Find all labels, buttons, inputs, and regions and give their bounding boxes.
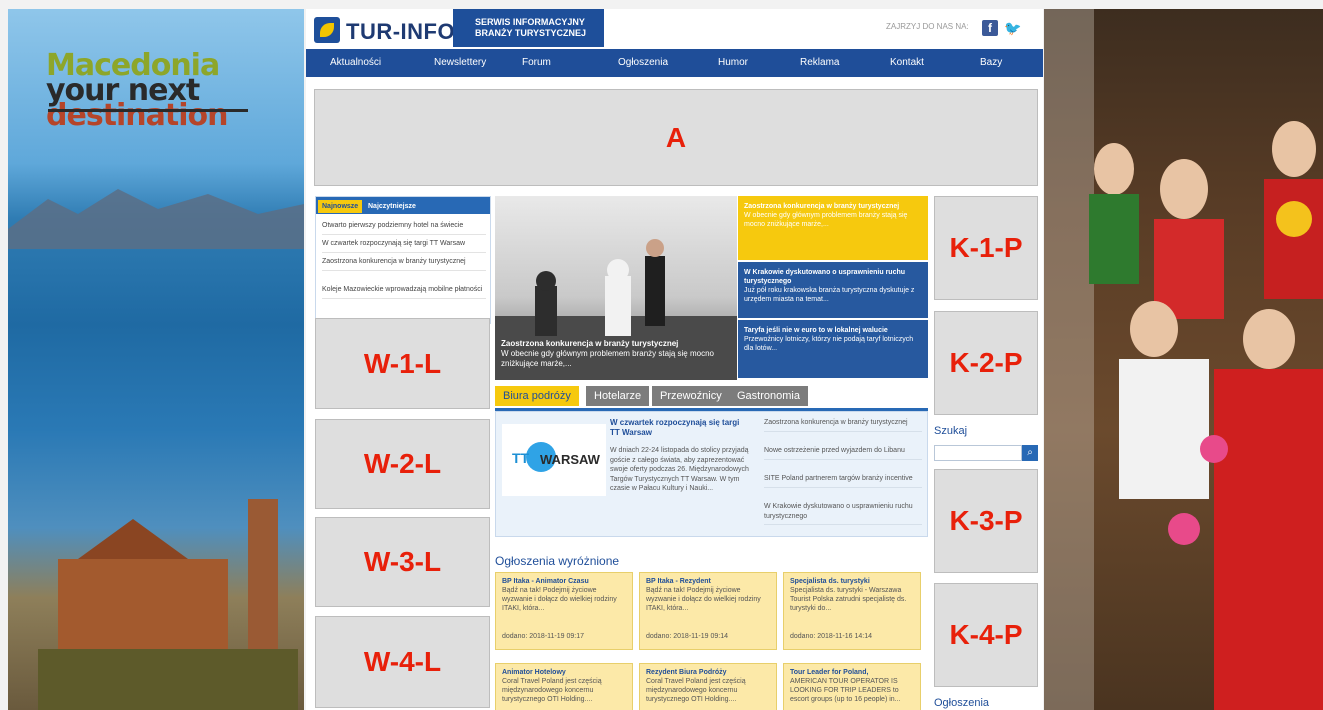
feature-card-title[interactable]: Taryfa jeśli nie w euro to w lokalnej wa… — [744, 326, 922, 335]
tt-logo-text: TT — [512, 450, 530, 466]
feature-card-title[interactable]: Zaostrzona konkurencja w branży turystyc… — [744, 202, 922, 211]
warsaw-logo-text: WARSAW — [540, 452, 600, 467]
macedonia-slogan: Macedonia your next destination — [46, 51, 286, 133]
service-tagline: SERWIS INFORMACYJNY BRANŻY TURYSTYCZNEJ — [453, 9, 604, 47]
tab-popular[interactable]: Najczytniejsze — [364, 200, 420, 213]
tab-przewoznicy[interactable]: Przewoźnicy — [652, 386, 730, 406]
main-nav: Aktualności Newslettery Forum Ogłoszenia… — [306, 49, 1043, 77]
nav-item-newslettery[interactable]: Newslettery — [434, 57, 486, 68]
latest-item[interactable]: W czwartek rozpoczynają się targi TT War… — [322, 239, 486, 253]
job-date: dodano: 2018-11-16 14:14 — [790, 633, 872, 640]
job-date: dodano: 2018-11-19 09:14 — [646, 633, 728, 640]
job-text: Bądź na tak! Podejmij życiowe wyzwanie i… — [646, 587, 761, 612]
latest-news-box: Najnowsze Najczytniejsze Otwarto pierwsz… — [315, 196, 491, 324]
job-title[interactable]: BP Itaka - Animator Czasu — [502, 577, 626, 586]
job-text: AMERICAN TOUR OPERATOR IS LOOKING FOR TR… — [790, 678, 901, 703]
search-input[interactable] — [934, 445, 1022, 461]
category-tabs: Biura podróży Hotelarze Przewoźnicy Gast… — [495, 384, 928, 411]
church-image — [38, 499, 298, 710]
latest-item[interactable]: Otwarto pierwszy podziemny hotel na świe… — [322, 221, 486, 235]
nav-item-aktualnosci[interactable]: Aktualności — [330, 57, 381, 68]
left-background-ad[interactable]: Macedonia your next destination — [8, 9, 304, 710]
category-content: TT WARSAW W czwartek rozpoczynają się ta… — [495, 411, 928, 537]
job-title[interactable]: Tour Leader for Poland, — [790, 668, 914, 677]
twitter-icon[interactable]: 🐦 — [1004, 20, 1021, 36]
ad-slot-w1[interactable]: W-1-L — [315, 318, 490, 409]
search-label: Szukaj — [934, 425, 968, 437]
job-title[interactable]: Animator Hotelowy — [502, 668, 626, 677]
feature-card-2[interactable]: W Krakowie dyskutowano o usprawnieniu ru… — [738, 262, 928, 318]
job-ad-card[interactable]: Tour Leader for Poland, AMERICAN TOUR OP… — [783, 663, 921, 710]
job-ad-card[interactable]: Specjalista ds. turystyki Specjalista ds… — [783, 572, 921, 650]
nav-item-ogloszenia[interactable]: Ogłoszenia — [618, 57, 668, 68]
logo-icon[interactable] — [314, 17, 340, 43]
featured-article-photo[interactable]: Zaostrzona konkurencja w branży turystyc… — [495, 196, 737, 380]
feature-card-3[interactable]: Taryfa jeśli nie w euro to w lokalnej wa… — [738, 320, 928, 378]
ad-slot-a[interactable]: A — [314, 89, 1038, 186]
nav-item-reklama[interactable]: Reklama — [800, 57, 839, 68]
folk-dancers-image — [1044, 9, 1323, 710]
latest-item[interactable]: Koleje Mazowieckie wprowadzają mobilne p… — [322, 285, 486, 299]
job-text: Coral Travel Poland jest częścią międzyn… — [502, 678, 602, 703]
job-ad-card[interactable]: Animator Hotelowy Coral Travel Poland je… — [495, 663, 633, 710]
service-line-1: SERWIS INFORMACYJNY — [475, 17, 585, 27]
job-ad-card[interactable]: BP Itaka - Rezydent Bądź na tak! Podejmi… — [639, 572, 777, 650]
tab-hotelarze[interactable]: Hotelarze — [586, 386, 650, 406]
ad-slot-k2[interactable]: K-2-P — [934, 311, 1038, 415]
search-icon[interactable]: ⌕ — [1022, 445, 1038, 461]
job-text: Bądź na tak! Podejmij życiowe wyzwanie i… — [502, 587, 617, 612]
tt-warsaw-logo[interactable]: TT WARSAW — [502, 424, 606, 496]
category-side-item[interactable]: Nowe ostrzeżenie przed wyjazdem do Liban… — [764, 446, 922, 460]
ad-slot-k4[interactable]: K-4-P — [934, 583, 1038, 687]
latest-item[interactable]: Zaostrzona konkurencja w branży turystyc… — [322, 257, 486, 271]
featured-text: W obecnie gdy głównym problemem branży s… — [501, 349, 714, 368]
feature-card-title[interactable]: W Krakowie dyskutowano o usprawnieniu ru… — [744, 268, 922, 286]
facebook-icon[interactable]: f — [982, 20, 998, 36]
latest-tabs: Najnowsze Najczytniejsze — [316, 197, 490, 214]
job-title[interactable]: Rezydent Biura Podróży — [646, 668, 770, 677]
job-title[interactable]: BP Itaka - Rezydent — [646, 577, 770, 586]
feature-card-text: Już pół roku krakowska branża turystyczn… — [744, 287, 915, 303]
main-page: TUR-INFO.PL SERWIS INFORMACYJNY BRANŻY T… — [306, 9, 1043, 710]
mountains-image — [8, 189, 304, 249]
tab-newest[interactable]: Najnowsze — [318, 200, 363, 213]
slogan-underline — [48, 109, 248, 112]
category-side-item[interactable]: SITE Poland partnerem targów branży ince… — [764, 474, 922, 488]
job-date: dodano: 2018-11-19 09:17 — [502, 633, 584, 640]
job-title[interactable]: Specjalista ds. turystyki — [790, 577, 914, 586]
feature-card-text: Przewoźnicy lotniczy, którzy nie podają … — [744, 336, 914, 352]
follow-label: ZAJRZYJ DO NAS NA: — [886, 22, 969, 31]
feature-card-text: W obecnie gdy głównym problemem branży s… — [744, 212, 908, 228]
category-article-title[interactable]: W czwartek rozpoczynają się targi TT War… — [610, 418, 750, 438]
ads-section-label[interactable]: Ogłoszenia — [934, 697, 989, 709]
category-side-item[interactable]: Zaostrzona konkurencja w branży turystyc… — [764, 418, 922, 432]
service-line-2: BRANŻY TURYSTYCZNEJ — [475, 28, 587, 38]
header: TUR-INFO.PL SERWIS INFORMACYJNY BRANŻY T… — [306, 9, 1043, 49]
nav-item-kontakt[interactable]: Kontakt — [890, 57, 924, 68]
ad-slot-k1[interactable]: K-1-P — [934, 196, 1038, 300]
tab-gastronomia[interactable]: Gastronomia — [729, 386, 808, 406]
nav-item-bazy[interactable]: Bazy — [980, 57, 1002, 68]
ad-slot-w2[interactable]: W-2-L — [315, 419, 490, 509]
slogan-line-3: destination — [46, 98, 229, 133]
featured-ads-title: Ogłoszenia wyróżnione — [495, 554, 620, 568]
ad-slot-k3[interactable]: K-3-P — [934, 469, 1038, 573]
ad-slot-w3[interactable]: W-3-L — [315, 517, 490, 607]
feature-card-1[interactable]: Zaostrzona konkurencja w branży turystyc… — [738, 196, 928, 260]
tab-biura-podrozy[interactable]: Biura podróży — [495, 386, 579, 406]
category-article-text: W dniach 22-24 listopada do stolicy przy… — [610, 447, 749, 492]
right-background-ad[interactable] — [1044, 9, 1323, 710]
featured-caption: Zaostrzona konkurencja w branży turystyc… — [501, 339, 733, 369]
nav-item-forum[interactable]: Forum — [522, 57, 551, 68]
featured-title[interactable]: Zaostrzona konkurencja w branży turystyc… — [501, 339, 733, 349]
job-ad-card[interactable]: BP Itaka - Animator Czasu Bądź na tak! P… — [495, 572, 633, 650]
nav-item-humor[interactable]: Humor — [718, 57, 748, 68]
job-ad-card[interactable]: Rezydent Biura Podróży Coral Travel Pola… — [639, 663, 777, 710]
job-text: Specjalista ds. turystyki - Warszawa Tou… — [790, 587, 907, 612]
category-side-item[interactable]: W Krakowie dyskutowano o usprawnieniu ru… — [764, 502, 922, 525]
job-text: Coral Travel Poland jest częścią międzyn… — [646, 678, 746, 703]
ad-slot-w4[interactable]: W-4-L — [315, 616, 490, 708]
